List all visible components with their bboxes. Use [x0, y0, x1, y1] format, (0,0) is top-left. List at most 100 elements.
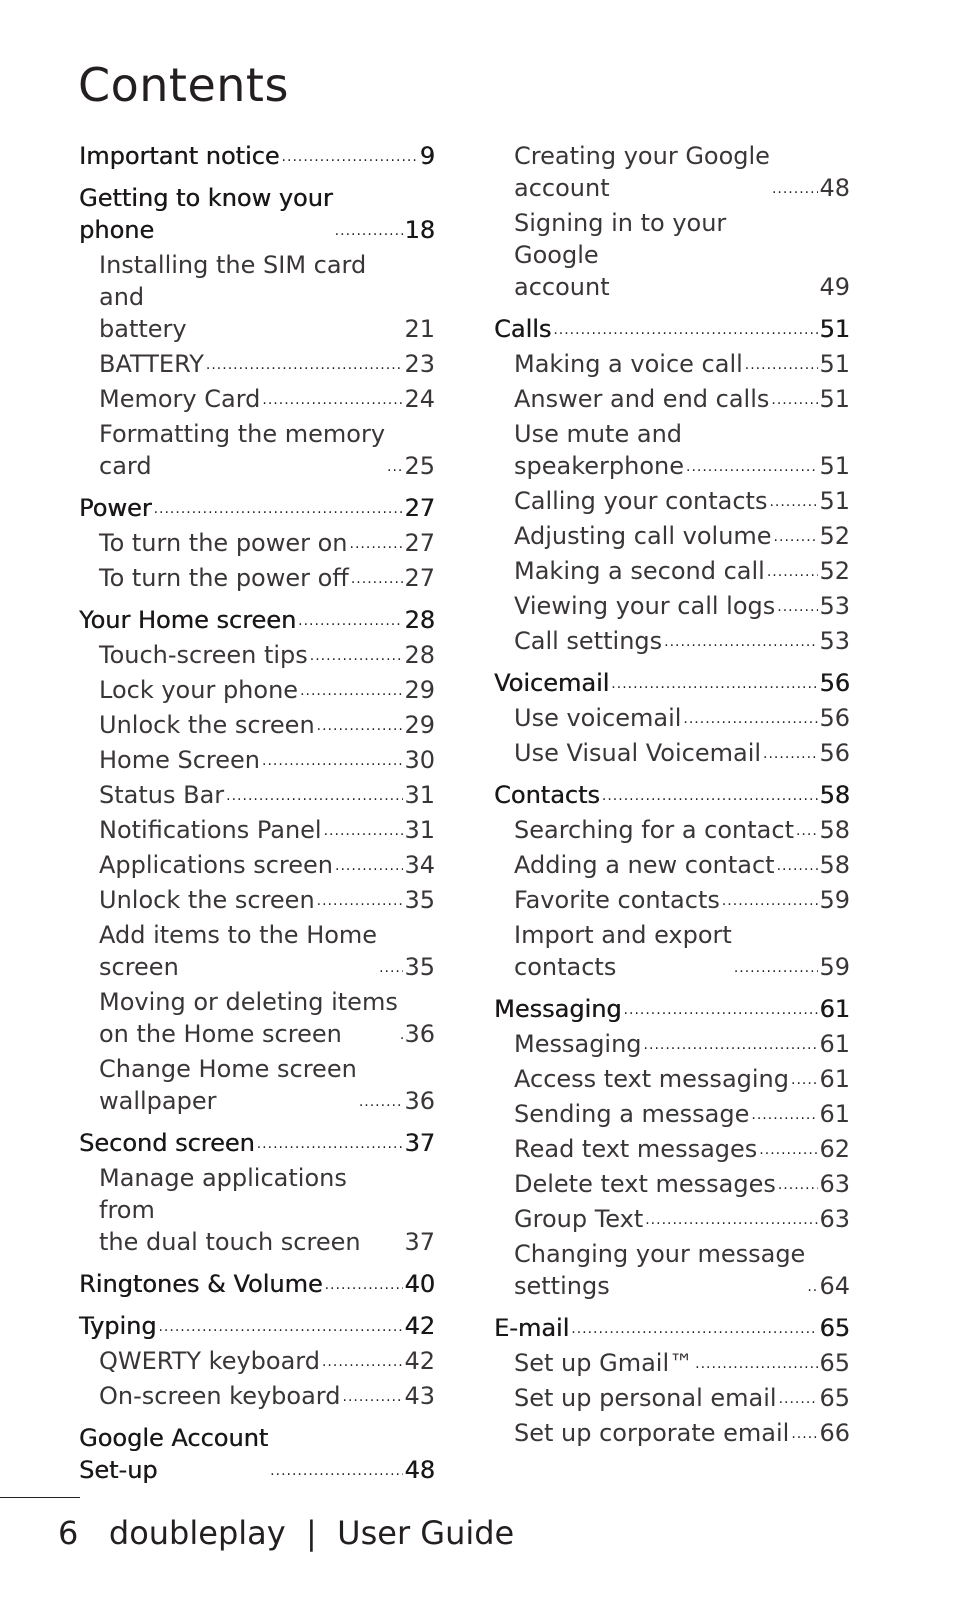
toc-entry-title: Unlock the screen [99, 711, 315, 739]
toc-subsection-entry[interactable]: Unlock the screen 35 [79, 884, 435, 916]
toc-entry-title: Moving or deleting items on the Home scr… [99, 988, 398, 1048]
toc-entry-page-number: 18 [404, 216, 435, 244]
toc-subsection-entry[interactable]: Delete text messages 63 [494, 1168, 850, 1200]
toc-section-entry[interactable]: Calls 51 [494, 313, 850, 345]
toc-entry-page-number: 27 [404, 529, 435, 557]
toc-subsection-entry[interactable]: Add items to the Home screen 35 [79, 919, 435, 983]
toc-entry-page-number: 58 [819, 816, 850, 844]
dot-leader [324, 824, 404, 838]
toc-subsection-entry[interactable]: To turn the power on 27 [79, 527, 435, 559]
toc-subsection-entry[interactable]: Answer and end calls 51 [494, 383, 850, 415]
toc-subsection-entry[interactable]: Access text messaging 61 [494, 1063, 850, 1095]
toc-section-entry[interactable]: Getting to know your phone 18 [79, 182, 435, 246]
toc-entry-page-number: 61 [819, 1100, 850, 1128]
toc-entry-page-number: 29 [404, 711, 435, 739]
dot-leader [335, 859, 403, 873]
toc-entry-title: Import and export contacts [514, 921, 732, 981]
dot-leader [778, 1178, 819, 1192]
toc-subsection-entry[interactable]: Home Screen 30 [79, 744, 435, 776]
toc-entry-page-number: 65 [819, 1314, 850, 1342]
toc-entry-title: Contacts [494, 781, 600, 809]
toc-subsection-entry[interactable]: Manage applications from the dual touch … [79, 1162, 435, 1258]
page-footer: 6 doubleplay | User Guide [58, 1514, 514, 1552]
toc-entry-page-number: 34 [404, 851, 435, 879]
toc-section-entry[interactable]: Power 27 [79, 492, 435, 524]
toc-entry-title: Change Home screen wallpaper [99, 1055, 357, 1115]
toc-subsection-entry[interactable]: Use mute and speakerphone 51 [494, 418, 850, 482]
toc-subsection-entry[interactable]: Signing in to your Google account 49 [494, 207, 850, 303]
toc-entry-page-number: 61 [819, 1065, 850, 1093]
toc-entry-page-number: 53 [819, 592, 850, 620]
dot-leader [645, 1213, 818, 1227]
dot-leader [769, 495, 818, 509]
toc-section-entry[interactable]: Your Home screen 28 [79, 604, 435, 636]
toc-section-entry[interactable]: E-mail 65 [494, 1312, 850, 1344]
toc-entry-page-number: 36 [404, 1087, 435, 1115]
dot-leader [553, 323, 818, 337]
dot-leader [325, 1278, 404, 1292]
toc-entry-page-number: 51 [819, 385, 850, 413]
toc-subsection-entry[interactable]: Notifications Panel 31 [79, 814, 435, 846]
toc-subsection-entry[interactable]: Set up corporate email 66 [494, 1417, 850, 1449]
toc-entry-title: Getting to know your phone [79, 184, 333, 244]
toc-section-entry[interactable]: Typing 42 [79, 1310, 435, 1342]
footer-doc-title: User Guide [337, 1514, 515, 1552]
toc-subsection-entry[interactable]: Favorite contacts 59 [494, 884, 850, 916]
toc-entry-title: Read text messages [514, 1135, 758, 1163]
dot-leader [317, 719, 404, 733]
toc-subsection-entry[interactable]: Changing your message settings 64 [494, 1238, 850, 1302]
toc-entry-page-number: 27 [404, 494, 435, 522]
toc-section-entry[interactable]: Contacts 58 [494, 779, 850, 811]
dot-leader [772, 182, 819, 196]
toc-subsection-entry[interactable]: Moving or deleting items on the Home scr… [79, 986, 435, 1050]
toc-subsection-entry[interactable]: Touch-screen tips 28 [79, 639, 435, 671]
toc-subsection-entry[interactable]: On-screen keyboard 43 [79, 1380, 435, 1412]
toc-subsection-entry[interactable]: Set up personal email 65 [494, 1382, 850, 1414]
toc-subsection-entry[interactable]: BATTERY 23 [79, 348, 435, 380]
toc-subsection-entry[interactable]: Adding a new contact 58 [494, 849, 850, 881]
toc-subsection-entry[interactable]: Adjusting call volume 52 [494, 520, 850, 552]
toc-subsection-entry[interactable]: Installing the SIM card and battery 21 [79, 249, 435, 345]
toc-entry-title: Use Visual Voicemail [514, 739, 762, 767]
toc-entry-title: Signing in to your Google account [514, 209, 727, 301]
dot-leader [154, 502, 404, 516]
toc-subsection-entry[interactable]: Status Bar 31 [79, 779, 435, 811]
toc-subsection-entry[interactable]: Searching for a contact 58 [494, 814, 850, 846]
toc-subsection-entry[interactable]: Use Visual Voicemail 56 [494, 737, 850, 769]
toc-subsection-entry[interactable]: Messaging 61 [494, 1028, 850, 1060]
toc-subsection-entry[interactable]: Call settings 53 [494, 625, 850, 657]
toc-subsection-entry[interactable]: Making a second call 52 [494, 555, 850, 587]
toc-section-entry[interactable]: Messaging 61 [494, 993, 850, 1025]
toc-subsection-entry[interactable]: Group Text 63 [494, 1203, 850, 1235]
toc-subsection-entry[interactable]: Memory Card 24 [79, 383, 435, 415]
toc-entry-page-number: 51 [819, 350, 850, 378]
toc-section-entry[interactable]: Ringtones & Volume 40 [79, 1268, 435, 1300]
toc-entry-page-number: 51 [819, 315, 850, 343]
toc-subsection-entry[interactable]: To turn the power off 27 [79, 562, 435, 594]
toc-subsection-entry[interactable]: Set up Gmail™ 65 [494, 1347, 850, 1379]
toc-subsection-entry[interactable]: Read text messages 62 [494, 1133, 850, 1165]
toc-section-entry[interactable]: Second screen 37 [79, 1127, 435, 1159]
toc-section-entry[interactable]: Google Account Set-up 48 [79, 1422, 435, 1486]
toc-subsection-entry[interactable]: Applications screen 34 [79, 849, 435, 881]
toc-subsection-entry[interactable]: Calling your contacts 51 [494, 485, 850, 517]
toc-subsection-entry[interactable]: Lock your phone 29 [79, 674, 435, 706]
toc-subsection-entry[interactable]: Use voicemail 56 [494, 702, 850, 734]
toc-subsection-entry[interactable]: Creating your Google account 48 [494, 140, 850, 204]
toc-subsection-entry[interactable]: Formatting the memory card 25 [79, 418, 435, 482]
toc-entry-page-number: 30 [404, 746, 435, 774]
toc-subsection-entry[interactable]: Change Home screen wallpaper 36 [79, 1053, 435, 1117]
toc-subsection-entry[interactable]: QWERTY keyboard 42 [79, 1345, 435, 1377]
toc-section-entry[interactable]: Voicemail 56 [494, 667, 850, 699]
toc-section-entry[interactable]: Important notice 9 [79, 140, 435, 172]
dot-leader [310, 649, 404, 663]
toc-subsection-entry[interactable]: Viewing your call logs 53 [494, 590, 850, 622]
toc-subsection-entry[interactable]: Making a voice call 51 [494, 348, 850, 380]
toc-entry-title: To turn the power off [99, 564, 349, 592]
toc-subsection-entry[interactable]: Sending a message 61 [494, 1098, 850, 1130]
dot-leader [686, 460, 818, 474]
dot-leader [298, 614, 403, 628]
toc-subsection-entry[interactable]: Import and export contacts 59 [494, 919, 850, 983]
toc-subsection-entry[interactable]: Unlock the screen 29 [79, 709, 435, 741]
toc-entry-page-number: 58 [819, 781, 850, 809]
